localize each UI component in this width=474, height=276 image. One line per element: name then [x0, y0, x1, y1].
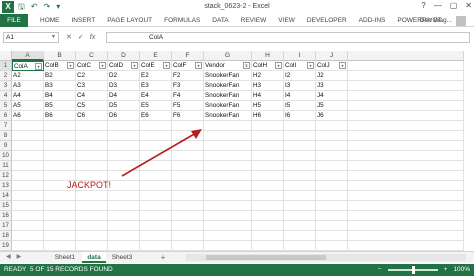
zoom-out-button[interactable]: − [378, 264, 382, 276]
scrollbar-thumb[interactable] [206, 255, 326, 260]
zoom-slider[interactable] [387, 266, 438, 274]
annotation-text: JACKPOT! [67, 180, 112, 190]
status-records: 5 OF 15 RECORDS FOUND [30, 266, 113, 273]
zoom-in-button[interactable]: + [444, 264, 448, 276]
status-bar: READY 5 OF 15 RECORDS FOUND − + 100% [0, 264, 474, 276]
next-sheet-icon[interactable]: ▶ [17, 253, 22, 260]
prev-sheet-icon[interactable]: ◀ [6, 253, 11, 260]
zoom-level[interactable]: 100% [453, 264, 470, 276]
sheet-tab-sheet3[interactable]: Sheet3 [106, 252, 138, 263]
sheet-tab-data[interactable]: data [82, 252, 106, 263]
add-sheet-button[interactable]: + [158, 252, 168, 263]
zoom-controls: − + 100% [378, 264, 470, 276]
status-ready: READY [4, 266, 27, 273]
sheet-tab-sheet1[interactable]: Sheet1 [48, 252, 82, 263]
annotation-arrow [121, 129, 202, 177]
zoom-slider-knob[interactable] [411, 266, 415, 274]
sheet-nav: ◀ ▶ [6, 253, 21, 260]
horizontal-scrollbar[interactable] [186, 254, 466, 261]
sheet-tab-bar: ◀ ▶ Sheet1 data Sheet3 + [0, 251, 474, 263]
